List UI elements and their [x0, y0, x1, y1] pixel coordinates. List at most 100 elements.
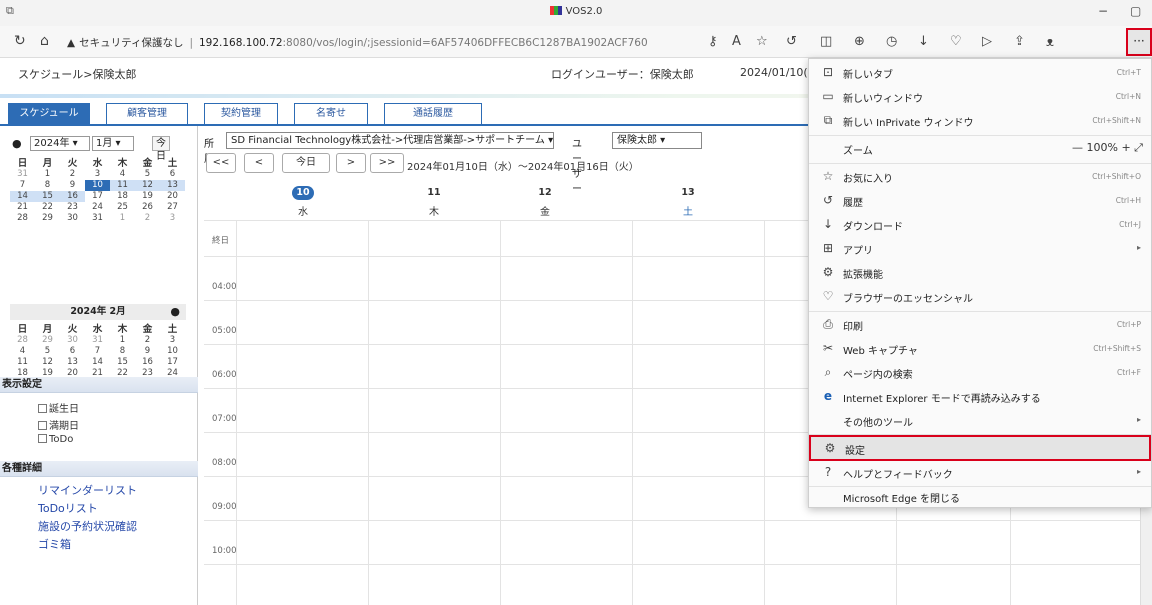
- tab-merge[interactable]: 名寄せ: [294, 103, 368, 125]
- menu-favorites[interactable]: ☆ お気に入り Ctrl+Shift+O: [809, 165, 1151, 189]
- menu-help-feedback[interactable]: ? ヘルプとフィードバック ▸: [809, 461, 1151, 485]
- calendar-day[interactable]: 16: [60, 191, 85, 202]
- menu-browser-essentials[interactable]: ♡ ブラウザーのエッセンシャル: [809, 285, 1151, 309]
- calendar-day[interactable]: 15: [110, 357, 135, 368]
- day-header-11[interactable]: 11 木: [379, 186, 489, 218]
- calendar-day[interactable]: 21: [10, 202, 35, 213]
- calendar-day[interactable]: 3: [85, 169, 110, 180]
- calendar-day[interactable]: 7: [85, 346, 110, 357]
- calendar-day[interactable]: 31: [10, 169, 35, 180]
- calendar-day[interactable]: 29: [35, 335, 60, 346]
- calendar-day[interactable]: 28: [10, 213, 35, 224]
- calendar-day[interactable]: 31: [85, 213, 110, 224]
- calendar-day[interactable]: 12: [35, 357, 60, 368]
- calendar-day[interactable]: 12: [135, 180, 160, 191]
- next-month-icon[interactable]: ●: [170, 304, 180, 320]
- calendar-day[interactable]: 14: [85, 357, 110, 368]
- favorite-star-icon[interactable]: ☆: [756, 34, 768, 49]
- menu-extensions[interactable]: ⚙ 拡張機能: [809, 261, 1151, 285]
- calendar-day[interactable]: 7: [10, 180, 35, 191]
- calendar-day[interactable]: 6: [160, 169, 185, 180]
- tab-call-history[interactable]: 通話履歴: [384, 103, 482, 125]
- menu-web-capture[interactable]: ✂ Web キャプチャ Ctrl+Shift+S: [809, 337, 1151, 361]
- minimize-button[interactable]: −: [1098, 4, 1108, 18]
- calendar-day[interactable]: 14: [10, 191, 35, 202]
- calendar-day[interactable]: 3: [160, 335, 185, 346]
- day-header-13[interactable]: 13 土: [633, 186, 743, 218]
- calendar-day[interactable]: 9: [135, 346, 160, 357]
- first-week-button[interactable]: <<: [206, 153, 236, 173]
- calendar-day[interactable]: 1: [110, 213, 135, 224]
- last-week-button[interactable]: >>: [370, 153, 404, 173]
- menu-more-tools[interactable]: その他のツール ▸: [809, 409, 1151, 433]
- todo-list-link[interactable]: ToDoリスト: [38, 500, 98, 516]
- month-select[interactable]: 1月 ▾: [92, 136, 134, 151]
- calendar-day[interactable]: 16: [135, 357, 160, 368]
- menu-settings[interactable]: ⚙ 設定: [809, 435, 1151, 461]
- prev-month-icon[interactable]: ●: [12, 137, 22, 150]
- affiliation-select[interactable]: SD Financial Technology株式会社->代理店営業部->サポー…: [226, 132, 554, 149]
- day-header-10[interactable]: 10 水: [258, 186, 348, 218]
- calendar-day[interactable]: 30: [60, 335, 85, 346]
- profile-icon[interactable]: ᴥ: [1046, 34, 1054, 50]
- calendar-day[interactable]: 4: [10, 346, 35, 357]
- menu-print[interactable]: ⎙ 印刷 Ctrl+P: [809, 313, 1151, 337]
- calendar-day[interactable]: 1: [35, 169, 60, 180]
- calendar-day[interactable]: 31: [85, 335, 110, 346]
- menu-close-edge[interactable]: Microsoft Edge を閉じる: [809, 485, 1151, 509]
- history-icon[interactable]: ◷: [886, 34, 897, 49]
- calendar-day[interactable]: 22: [35, 202, 60, 213]
- split-screen-icon[interactable]: ◫: [820, 34, 832, 49]
- essentials-icon[interactable]: ♡: [950, 34, 962, 49]
- calendar-day[interactable]: 5: [135, 169, 160, 180]
- trash-link[interactable]: ゴミ箱: [38, 536, 71, 552]
- day-header-12[interactable]: 12 金: [490, 186, 600, 218]
- year-select[interactable]: 2024年 ▾: [30, 136, 90, 151]
- menu-apps[interactable]: ⊞ アプリ ▸: [809, 237, 1151, 261]
- menu-new-window[interactable]: ▭ 新しいウィンドウ Ctrl+N: [809, 85, 1151, 109]
- calendar-day[interactable]: 24: [85, 202, 110, 213]
- calendar-day[interactable]: 26: [135, 202, 160, 213]
- prev-week-button[interactable]: <: [244, 153, 274, 173]
- calendar-day[interactable]: 18: [110, 191, 135, 202]
- calendar-day[interactable]: 5: [35, 346, 60, 357]
- calendar-day[interactable]: 27: [160, 202, 185, 213]
- capture-icon[interactable]: ▷: [982, 34, 992, 49]
- reload-icon[interactable]: ↻: [14, 33, 26, 49]
- calendar-day[interactable]: 4: [110, 169, 135, 180]
- calendar-day[interactable]: 29: [35, 213, 60, 224]
- calendar-day[interactable]: 8: [35, 180, 60, 191]
- facility-reservation-link[interactable]: 施設の予約状況確認: [38, 518, 137, 534]
- calendar-day[interactable]: 11: [110, 180, 135, 191]
- share-icon[interactable]: ⇪: [1014, 34, 1025, 49]
- calendar-day[interactable]: 25: [110, 202, 135, 213]
- calendar-day[interactable]: 10: [160, 346, 185, 357]
- reminder-list-link[interactable]: リマインダーリスト: [38, 482, 137, 498]
- menu-find-on-page[interactable]: ⌕ ページ内の検索 Ctrl+F: [809, 361, 1151, 385]
- calendar-day[interactable]: 2: [135, 335, 160, 346]
- calendar-day[interactable]: 6: [60, 346, 85, 357]
- calendar-day[interactable]: 17: [160, 357, 185, 368]
- calendar-day[interactable]: 28: [10, 335, 35, 346]
- menu-history[interactable]: ↺ 履歴 Ctrl+H: [809, 189, 1151, 213]
- download-icon[interactable]: ↓: [918, 34, 929, 49]
- next-week-button[interactable]: >: [336, 153, 366, 173]
- calendar-day[interactable]: 8: [110, 346, 135, 357]
- birthday-checkbox[interactable]: 誕生日: [38, 400, 79, 415]
- menu-new-tab[interactable]: ⊡ 新しいタブ Ctrl+T: [809, 61, 1151, 85]
- key-icon[interactable]: ⚷: [708, 34, 718, 49]
- today-button[interactable]: 今日: [282, 153, 330, 173]
- user-select[interactable]: 保険太郎 ▾: [612, 132, 702, 149]
- menu-ie-mode[interactable]: e Internet Explorer モードで再読み込みする: [809, 385, 1151, 409]
- calendar-day[interactable]: 11: [10, 357, 35, 368]
- calendar-day[interactable]: 9: [60, 180, 85, 191]
- todo-checkbox[interactable]: ToDo: [38, 434, 73, 445]
- tab-customers[interactable]: 顧客管理: [106, 103, 188, 125]
- calendar-day[interactable]: 13: [60, 357, 85, 368]
- calendar-day[interactable]: 10: [85, 180, 110, 191]
- calendar-day[interactable]: 19: [135, 191, 160, 202]
- read-aloud-icon[interactable]: A: [732, 34, 741, 49]
- calendar-day[interactable]: 30: [60, 213, 85, 224]
- collections-icon[interactable]: ⊕: [854, 34, 865, 49]
- home-icon[interactable]: ⌂: [40, 33, 49, 49]
